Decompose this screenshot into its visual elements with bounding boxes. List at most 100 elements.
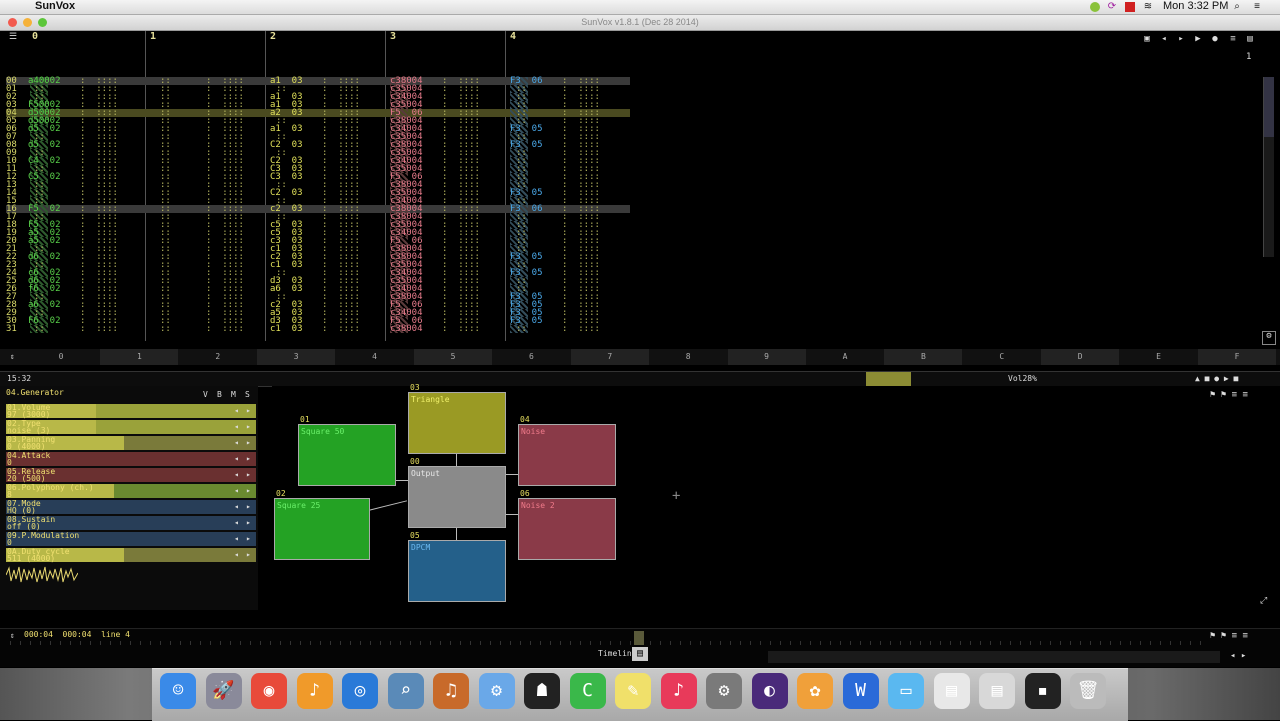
ruler-cell[interactable]: 4 [336, 349, 414, 365]
ruler-cell[interactable]: 6 [492, 349, 570, 365]
increase-arrow[interactable]: ▸ [246, 503, 251, 511]
property-row[interactable]: 06.Polyphony (ch.) 8 ◂ ▸ [6, 484, 256, 499]
increase-arrow[interactable]: ▸ [246, 455, 251, 463]
decrease-arrow[interactable]: ◂ [234, 407, 239, 415]
timeline-tools[interactable]: ⚑ ⚑ ≡ ≡ [1210, 631, 1248, 641]
status-icons[interactable]: ▲ ■ ● ▶ ■ [1195, 374, 1238, 383]
property-row[interactable]: 07.Mode HQ (0) ◂ ▸ [6, 500, 256, 515]
timeline-scroll-arrows[interactable]: ◂ ▸ [1230, 651, 1246, 661]
decrease-arrow[interactable]: ◂ [234, 487, 239, 495]
property-row[interactable]: 01.Volume 97 (3000) ◂ ▸ [6, 404, 256, 419]
ruler-cell[interactable]: 8 [649, 349, 727, 365]
module-dpcm[interactable]: DPCM [408, 540, 506, 602]
module-noise[interactable]: Noise [518, 424, 616, 486]
position-marker[interactable] [866, 372, 911, 386]
zoom-arrows-icon[interactable]: ⇕ [10, 631, 15, 640]
property-row[interactable]: 02.Type noise (3) ◂ ▸ [6, 420, 256, 435]
property-row[interactable]: 04.Attack 0 ◂ ▸ [6, 452, 256, 467]
notification-icon[interactable]: ≡ [1252, 2, 1262, 12]
wifi-icon[interactable]: ≋ [1143, 2, 1153, 12]
ruler-cell[interactable]: A [806, 349, 884, 365]
decrease-arrow[interactable]: ◂ [234, 471, 239, 479]
photos-icon[interactable]: ✿ [797, 673, 833, 709]
module-square-25[interactable]: Square 25 [274, 498, 370, 560]
note-cell[interactable]: c1 03 [270, 325, 303, 334]
increase-arrow[interactable]: ▸ [246, 535, 251, 543]
volume-readout[interactable]: Vol28% [1008, 374, 1037, 383]
finder-icon[interactable]: ☺ [160, 673, 196, 709]
word-icon[interactable]: W [842, 673, 879, 709]
garageband-icon[interactable]: ♪ [296, 673, 333, 709]
zoom-button[interactable] [38, 18, 47, 27]
property-row[interactable]: 0A.Duty cycle 511 (4000) ◂ ▸ [6, 548, 256, 563]
track-header-2[interactable]: 2 [270, 31, 276, 42]
sync-icon[interactable]: ⟳ [1107, 2, 1117, 12]
timeline-panel[interactable]: ⇕ 000:04 000:04 line 4 Timeline ▤ ⚑ ⚑ ≡ … [0, 628, 1280, 667]
extension-icon[interactable] [1090, 2, 1100, 12]
increase-arrow[interactable]: ▸ [246, 407, 251, 415]
increase-arrow[interactable]: ▸ [246, 423, 251, 431]
decrease-arrow[interactable]: ◂ [234, 551, 239, 559]
flag-m[interactable]: M [231, 390, 236, 399]
increase-arrow[interactable]: ▸ [246, 487, 251, 495]
ruler-cell[interactable]: 0 [22, 349, 100, 365]
ruler-cell[interactable]: F [1198, 349, 1276, 365]
safari-icon[interactable]: ◎ [342, 673, 378, 709]
ruler-cell[interactable]: D [1041, 349, 1120, 365]
track-header-4[interactable]: 4 [510, 31, 516, 42]
module-map-tools[interactable]: ⚑ ⚑ ≡ ≡ [1210, 390, 1248, 400]
flag-b[interactable]: B [217, 390, 222, 399]
module-square-50[interactable]: Square 50 [298, 424, 396, 486]
flag-v[interactable]: V [203, 390, 208, 399]
decrease-arrow[interactable]: ◂ [234, 503, 239, 511]
timeline-scrollbar[interactable] [768, 651, 1220, 663]
app-menu[interactable]: SunVox [35, 0, 75, 12]
increase-arrow[interactable]: ▸ [246, 519, 251, 527]
ruler-cell[interactable]: 5 [414, 349, 492, 365]
trash-icon[interactable]: 🗑 [1070, 673, 1106, 709]
resize-icon[interactable]: ⤢ [1260, 596, 1267, 606]
pattern-row[interactable]: 31: ::::::: ::::::: :::: c1 03: :::: c3800… [6, 325, 630, 334]
minimize-button[interactable] [23, 18, 32, 27]
system-prefs-icon[interactable]: ⚙ [706, 673, 742, 709]
scrollbar-thumb[interactable] [1264, 77, 1274, 137]
timeline-icon[interactable]: ▤ [632, 647, 648, 661]
camtasia-icon[interactable]: C [569, 673, 606, 709]
fullscreen-icon[interactable]: ▣ [1142, 35, 1152, 44]
property-row[interactable]: 03.Panning 0 (4000) ◂ ▸ [6, 436, 256, 451]
ruler-cell[interactable]: E [1120, 349, 1198, 365]
itunes-icon[interactable]: ♪ [660, 673, 697, 709]
settings-icon[interactable]: ⚙ [1262, 331, 1276, 345]
ruler-cell[interactable]: B [884, 349, 963, 365]
launchpad-icon[interactable]: 🚀 [205, 673, 242, 709]
decrease-arrow[interactable]: ◂ [234, 519, 239, 527]
utility-icon[interactable]: ⚙ [478, 673, 515, 709]
pattern-scrollbar[interactable] [1263, 77, 1274, 257]
track-header-1[interactable]: 1 [150, 31, 156, 42]
track-header-3[interactable]: 3 [390, 31, 396, 42]
property-row[interactable]: 08.Sustain off (0) ◂ ▸ [6, 516, 256, 531]
increase-arrow[interactable]: ▸ [246, 439, 251, 447]
ruler-cell[interactable]: 9 [727, 349, 806, 365]
menu-icon[interactable]: ≡ [1228, 35, 1238, 44]
decrease-arrow[interactable]: ◂ [234, 535, 239, 543]
lock-icon[interactable]: ▤ [1245, 35, 1255, 44]
chrome-icon[interactable]: ◉ [251, 673, 287, 709]
document-icon[interactable]: ▤ [933, 673, 970, 709]
ruler-cell[interactable]: C [963, 349, 1041, 365]
search-icon[interactable]: ⌕ [1232, 2, 1242, 12]
note-cell[interactable]: c38004 [390, 325, 423, 334]
zoom-arrows-icon[interactable]: ⇕ [10, 352, 15, 361]
folder-icon[interactable]: ▭ [888, 673, 924, 709]
decrease-arrow[interactable]: ◂ [234, 439, 239, 447]
increase-arrow[interactable]: ▸ [246, 471, 251, 479]
module-output[interactable]: Output [408, 466, 506, 528]
property-row[interactable]: 05.Release 20 (500) ◂ ▸ [6, 468, 256, 483]
ruler-cell[interactable]: 7 [570, 349, 649, 365]
record-icon[interactable] [1125, 2, 1135, 12]
pattern-editor[interactable]: ☰ 0 1 2 3 4 00: :::: a40002: ::::::: ::::… [0, 31, 1280, 347]
play-pattern-icon[interactable]: ▶ [1193, 35, 1203, 44]
ruler-cell[interactable]: 1 [100, 349, 179, 365]
pattern-ruler[interactable]: ⇕ 0123456789ABCDEF [0, 349, 1280, 365]
clock[interactable]: Mon 3:32 PM [1163, 0, 1228, 12]
